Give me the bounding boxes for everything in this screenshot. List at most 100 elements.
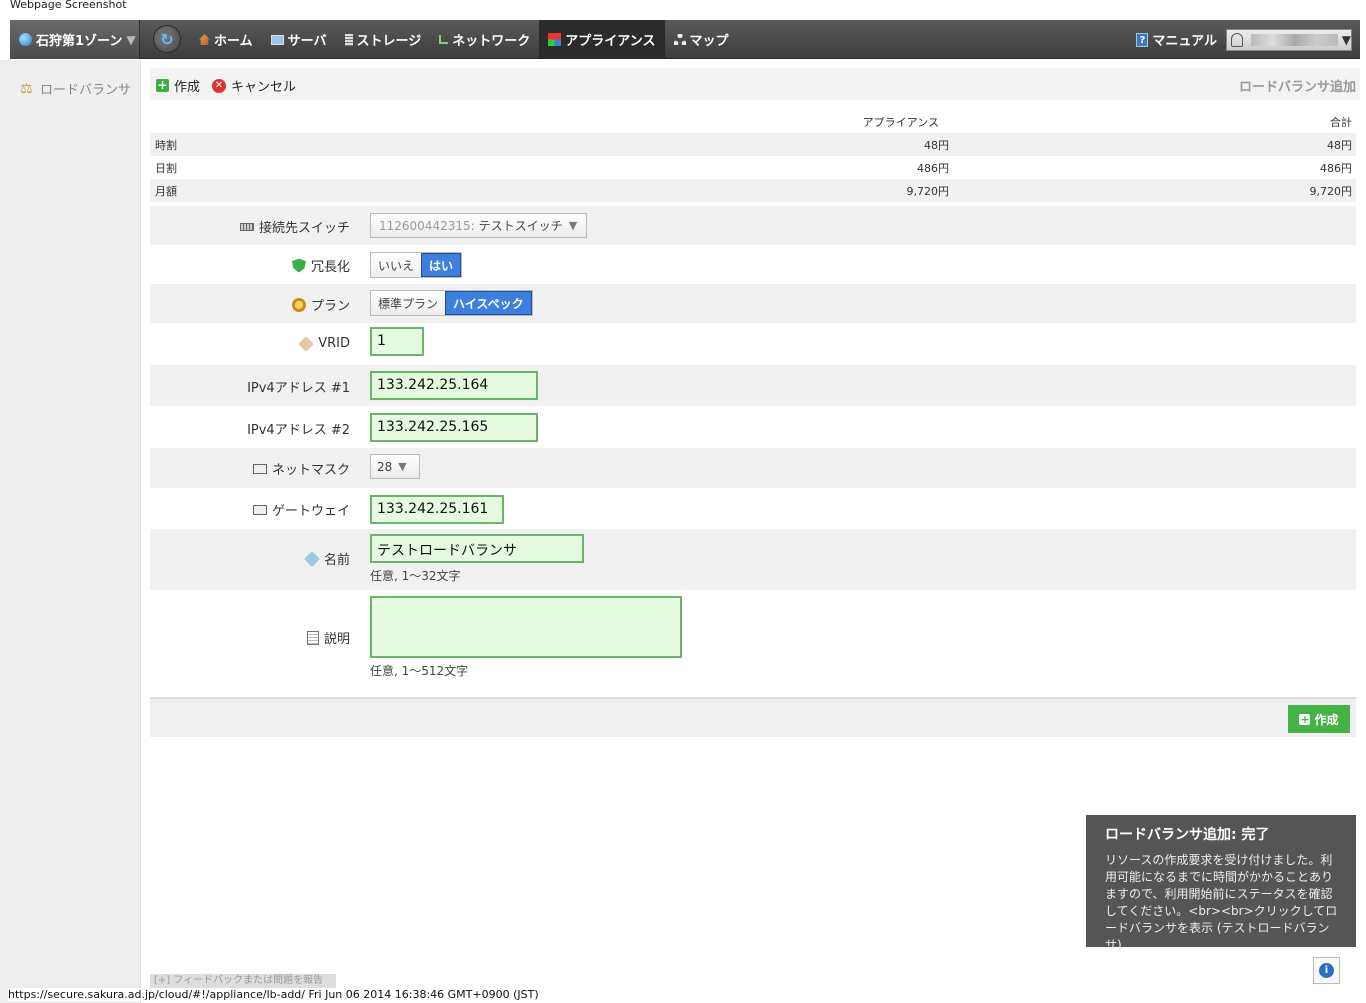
form-row-description: 説明 任意, 1〜512文字 (150, 590, 1356, 685)
plan-standard-option[interactable]: 標準プラン (371, 291, 446, 315)
name-hint: 任意, 1〜32文字 (370, 569, 461, 583)
cancel-button[interactable]: ✕ キャンセル (212, 76, 296, 95)
manual-label: マニュアル (1152, 34, 1217, 49)
switch-icon (239, 222, 254, 231)
storage-icon (344, 33, 353, 46)
info-button[interactable]: i (1313, 957, 1340, 984)
form-row-redundancy: 冗長化 いいえ はい (150, 245, 1356, 284)
screenshot-caption: Webpage Screenshot (10, 0, 127, 11)
nav-network[interactable]: ネットワーク (430, 20, 539, 59)
nav-home[interactable]: ホーム (190, 20, 262, 59)
user-icon (1231, 32, 1243, 47)
manual-link[interactable]: ? マニュアル (1136, 30, 1217, 49)
user-menu[interactable]: ▼ (1226, 28, 1352, 51)
award-icon (291, 297, 306, 312)
gateway-input[interactable]: 133.242.25.161 (370, 495, 504, 524)
chevron-down-icon: ▼ (568, 219, 578, 232)
zone-selector[interactable]: 石狩第1ゾーン ▼ (10, 20, 140, 59)
nav-appliance-label: アプライアンス (565, 34, 656, 49)
create-button[interactable]: + 作成 (156, 76, 200, 95)
redundancy-label: 冗長化 (291, 256, 350, 275)
description-textarea[interactable] (370, 596, 682, 658)
notification-title: ロードバランサ追加: 完了 (1105, 827, 1270, 843)
description-label: 説明 (306, 628, 350, 647)
nav-network-label: ネットワーク (452, 34, 531, 49)
plan-label: プラン (291, 295, 350, 314)
nav-storage[interactable]: ストレージ (336, 20, 431, 59)
vrid-input[interactable]: 1 (370, 327, 424, 356)
description-label-text: 説明 (323, 632, 350, 647)
sidebar-item-load-balancer[interactable]: ⚖ ロードバランサ (20, 79, 132, 99)
nav-map[interactable]: マップ (665, 20, 738, 59)
action-toolbar: + 作成 ✕ キャンセル ロードバランサ追加 (150, 68, 1360, 100)
submit-create-button[interactable]: + 作成 (1288, 705, 1350, 733)
load-balancer-form: 接続先スイッチ 112600442315: テストスイッチ ▼ 冗長化 いいえ … (150, 206, 1356, 685)
nav-server-label: サーバ (287, 34, 327, 49)
switch-label: 接続先スイッチ (239, 217, 350, 236)
switch-select[interactable]: 112600442315: テストスイッチ ▼ (370, 213, 587, 238)
price-total-value: 9,720円 (1309, 184, 1353, 198)
ipv4-2-input[interactable]: 133.242.25.165 (370, 413, 538, 442)
price-row-monthly: 月額 9,720円 9,720円 (150, 179, 1356, 202)
description-hint: 任意, 1〜512文字 (370, 664, 469, 678)
appliance-icon (548, 33, 562, 46)
refresh-button[interactable]: ↻ (153, 25, 181, 53)
netmask-icon (252, 463, 267, 474)
info-icon: i (1319, 963, 1334, 978)
form-row-netmask: ネットマスク 28 ▼ (150, 448, 1356, 488)
create-label: 作成 (174, 80, 201, 95)
chevron-down-icon: ▼ (398, 460, 407, 473)
zone-label: 石狩第1ゾーン (36, 34, 123, 49)
redundancy-label-text: 冗長化 (310, 260, 350, 275)
cancel-icon: ✕ (212, 78, 226, 93)
form-row-gateway: ゲートウェイ 133.242.25.161 (150, 488, 1356, 529)
browser-status-bar: https://secure.sakura.ad.jp/cloud/#!/app… (8, 988, 543, 1001)
price-row-label: 月額 (155, 184, 177, 198)
price-row-label: 日割 (155, 161, 177, 175)
form-row-vrid: VRID 1 (150, 323, 1356, 365)
netmask-value: 28 (377, 459, 393, 474)
vrid-label-text: VRID (318, 336, 350, 351)
feedback-link[interactable]: [+] フィードバックまたは問題を報告 (150, 974, 336, 988)
ipv4-1-input[interactable]: 133.242.25.164 (370, 371, 538, 400)
plus-icon: + (1299, 712, 1311, 726)
gateway-label-text: ゲートウェイ (271, 504, 350, 519)
notification-toast[interactable]: ロードバランサ追加: 完了 リソースの作成要求を受け付けました。利用可能になるま… (1086, 815, 1356, 952)
submit-create-label: 作成 (1314, 712, 1339, 727)
nav-storage-label: ストレージ (356, 34, 422, 49)
chevron-down-icon: ▼ (126, 32, 136, 47)
redundancy-toggle: いいえ はい (370, 252, 463, 278)
name-input[interactable]: テストロードバランサ (370, 534, 584, 563)
top-navigation-bar: 石狩第1ゾーン ▼ ↻ ホーム サーバ ストレージ ネットワーク アプライアンス… (10, 20, 1360, 59)
nav-appliance[interactable]: アプライアンス (539, 20, 665, 59)
nav-server[interactable]: サーバ (262, 20, 336, 59)
name-label: 名前 (304, 549, 350, 568)
netmask-label: ネットマスク (252, 459, 350, 478)
price-appliance-value: 9,720円 (906, 184, 950, 198)
netmask-select[interactable]: 28 ▼ (370, 454, 420, 479)
ipv4-2-label: IPv4アドレス #2 (247, 423, 350, 438)
redundancy-no-option[interactable]: いいえ (371, 253, 422, 277)
redundancy-yes-option[interactable]: はい (421, 253, 462, 277)
price-table-header: アプライアンス 合計 (150, 110, 1356, 133)
price-appliance-value: 48円 (924, 138, 949, 152)
username-redacted (1250, 33, 1338, 46)
header-total: 合計 (1330, 115, 1352, 129)
notification-body: リソースの作成要求を受け付けました。利用可能になるまでに時間がかかることあります… (1105, 853, 1338, 952)
sidebar-item-label: ロードバランサ (40, 83, 132, 98)
plus-icon: + (156, 78, 169, 92)
network-icon (439, 35, 449, 44)
server-icon (270, 34, 284, 45)
page-title: ロードバランサ追加 (1238, 80, 1356, 95)
form-row-name: 名前 テストロードバランサ 任意, 1〜32文字 (150, 529, 1356, 590)
nav-map-label: マップ (689, 34, 729, 49)
map-icon (673, 34, 686, 45)
gateway-label: ゲートウェイ (252, 500, 350, 519)
price-appliance-value: 486円 (917, 161, 949, 175)
nav-home-label: ホーム (214, 34, 253, 49)
cancel-label: キャンセル (231, 80, 297, 95)
form-row-ipv4-2: IPv4アドレス #2 133.242.25.165 (150, 406, 1356, 448)
plan-high-spec-option[interactable]: ハイスペック (445, 291, 532, 315)
header-appliance: アプライアンス (862, 115, 939, 129)
chevron-down-icon: ▼ (1341, 32, 1351, 47)
